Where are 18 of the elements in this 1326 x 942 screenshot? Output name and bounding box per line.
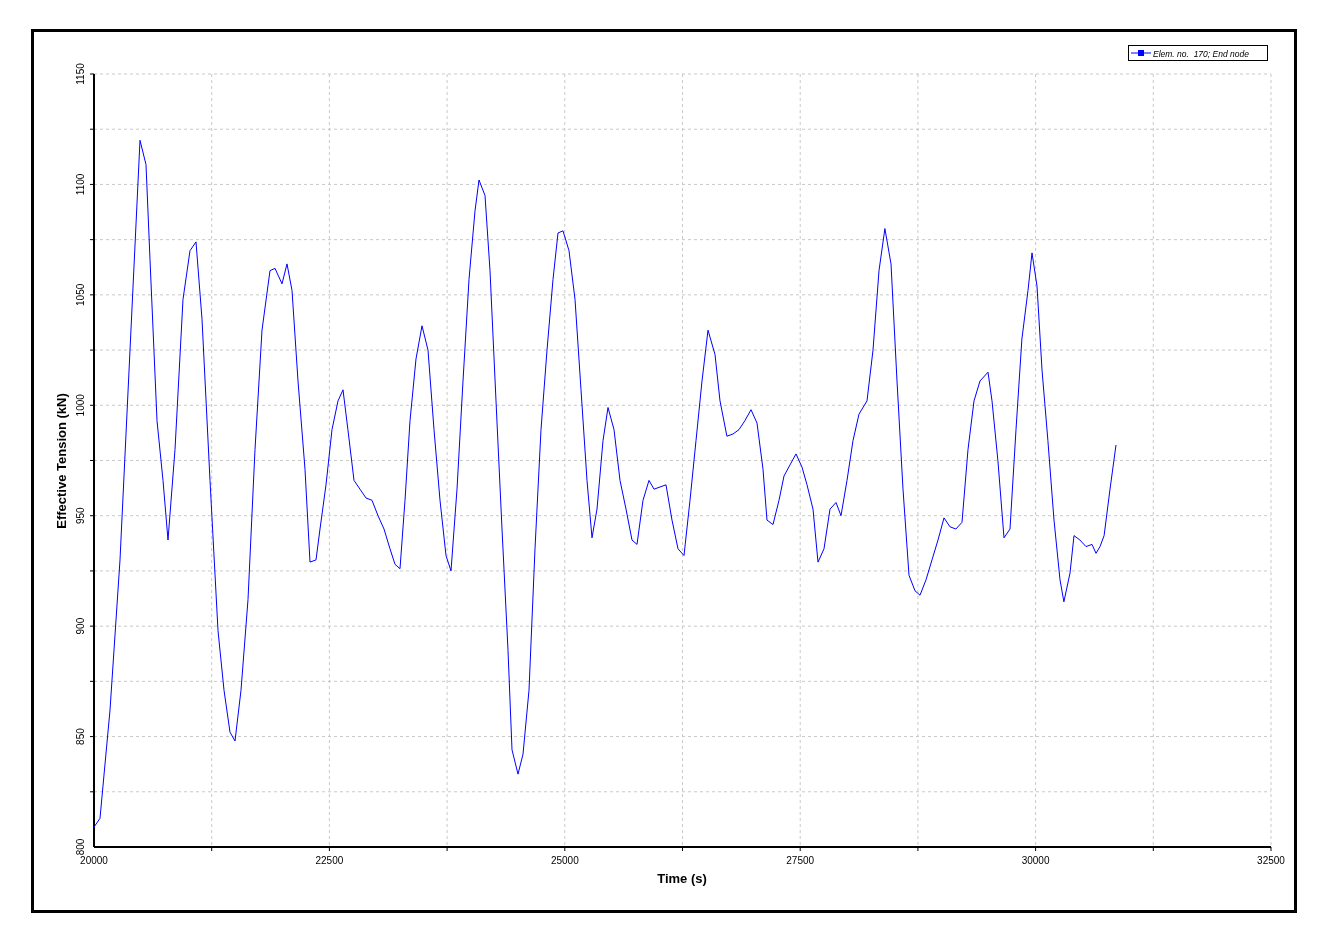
- y-axis-title: Effective Tension (kN): [54, 393, 69, 529]
- y-tick-label: 900: [75, 617, 86, 635]
- y-tick-label: 1100: [75, 173, 86, 196]
- y-tick-label: 1050: [75, 283, 86, 306]
- x-tick-label: 30000: [1021, 855, 1050, 866]
- x-tick-label: 22500: [315, 855, 344, 866]
- x-axis-title: Time (s): [657, 871, 707, 886]
- y-tick-label: 1150: [75, 63, 86, 85]
- x-tick-label: 32500: [1257, 855, 1285, 866]
- x-tick-label: 27500: [786, 855, 815, 866]
- x-tick-label: 25000: [550, 855, 579, 866]
- legend-label: Elem. no. 170; End node: [1153, 48, 1249, 59]
- y-tick-label: 800: [75, 838, 86, 856]
- y-tick-label: 850: [75, 728, 86, 745]
- legend-marker-icon: [1130, 50, 1152, 56]
- y-tick-label: 1000: [75, 394, 86, 417]
- x-tick-label: 20000: [80, 855, 108, 866]
- y-tick-label: 950: [75, 507, 86, 525]
